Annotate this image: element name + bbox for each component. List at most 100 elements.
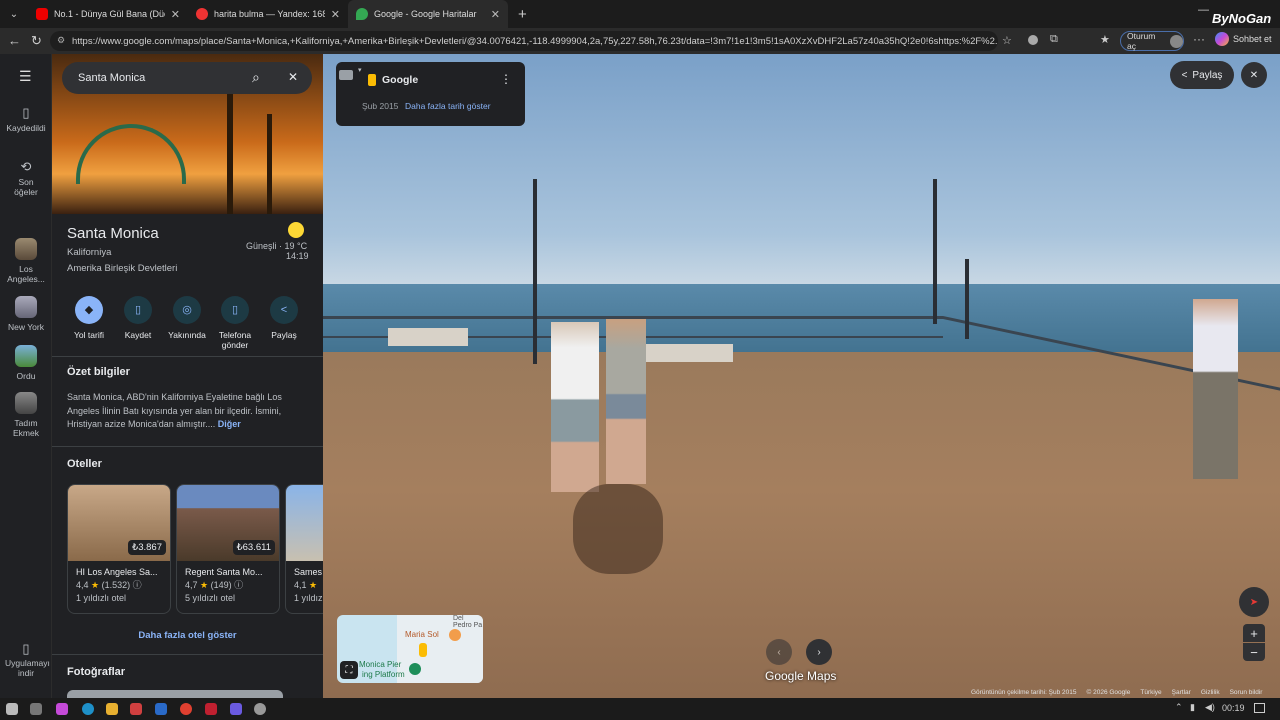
zoom-in-button[interactable]: + bbox=[1243, 624, 1265, 642]
minimize-button[interactable]: — bbox=[1198, 4, 1209, 16]
lamp-post bbox=[933, 179, 937, 324]
zoom-out-button[interactable]: − bbox=[1243, 643, 1265, 661]
rail-saved[interactable]: ▯ Kaydedildi bbox=[0, 105, 52, 133]
hotel-photo bbox=[286, 485, 323, 561]
close-icon[interactable]: ✕ bbox=[171, 8, 180, 21]
bookmark-icon: ▯ bbox=[22, 105, 30, 120]
place-title: Santa Monica bbox=[67, 225, 159, 242]
windows-start-icon[interactable] bbox=[6, 703, 18, 715]
chevron-down-icon[interactable]: ▾ bbox=[358, 66, 362, 74]
sun-icon bbox=[288, 222, 304, 238]
app-icon[interactable] bbox=[205, 703, 217, 715]
divider bbox=[52, 356, 323, 357]
hotel-card[interactable]: Sames 4,1 ★ 1 yıldız bbox=[285, 484, 323, 614]
app-icon[interactable] bbox=[155, 703, 167, 715]
search-box[interactable]: Santa Monica ⌕ ✕ bbox=[62, 62, 312, 94]
extension-icon[interactable] bbox=[1028, 35, 1038, 45]
expand-map-icon[interactable]: ⛶ bbox=[340, 661, 358, 679]
hotel-photo: ₺3.867 bbox=[68, 485, 170, 561]
search-input[interactable]: Santa Monica bbox=[78, 72, 145, 84]
tab-yandex[interactable]: harita bulma — Yandex: 168 bin s ✕ bbox=[188, 0, 348, 28]
nearby-button[interactable]: ◎ Yakınında bbox=[163, 296, 211, 340]
app-icon[interactable] bbox=[254, 703, 266, 715]
chrome-icon[interactable] bbox=[180, 703, 192, 715]
rail-recent-tadim-ekmek[interactable]: Tadım Ekmek bbox=[0, 392, 52, 438]
search-icon[interactable]: ⌕ bbox=[252, 69, 260, 86]
more-link[interactable]: Diğer bbox=[218, 419, 241, 429]
more-hotels-button[interactable]: Daha fazla otel göster bbox=[52, 630, 323, 641]
tab-strip: ⌄ No.1 - Dünya Gül Bana (Düet ✕ harita b… bbox=[0, 0, 1280, 28]
rail-recent-los-angeles[interactable]: Los Angeles... bbox=[0, 238, 52, 284]
clock[interactable]: 00:19 bbox=[1222, 703, 1245, 713]
more-menu-icon[interactable]: ··· bbox=[1193, 32, 1205, 46]
keyboard-icon[interactable] bbox=[339, 70, 353, 80]
app-icon[interactable] bbox=[230, 703, 242, 715]
save-button[interactable]: ▯ Kaydet bbox=[114, 296, 162, 340]
favorites-icon[interactable]: ★ bbox=[1100, 33, 1110, 46]
person bbox=[551, 322, 599, 492]
photos-heading: Fotoğraflar bbox=[67, 666, 126, 678]
copilot-chat-button[interactable]: Sohbet et bbox=[1215, 32, 1272, 46]
edge-icon[interactable] bbox=[82, 703, 94, 715]
info-icon[interactable]: ⓘ bbox=[234, 580, 243, 590]
tab-list-dropdown[interactable]: ⌄ bbox=[0, 9, 28, 20]
send-to-phone-button[interactable]: ▯ Telefona gönder bbox=[211, 296, 259, 350]
street-view-pegman-icon bbox=[368, 74, 376, 86]
bookmark-star-icon[interactable]: ☆ bbox=[1002, 34, 1012, 47]
tab-google-maps[interactable]: Google - Google Haritalar ✕ bbox=[348, 0, 508, 28]
hotel-card[interactable]: ₺3.867 HI Los Angeles Sa... 4,4 ★ (1.532… bbox=[67, 484, 171, 614]
rail-download-app[interactable]: ▯ Uygulamayı indir bbox=[0, 642, 52, 678]
directions-button[interactable]: ◆ Yol tarifi bbox=[65, 296, 113, 340]
close-search-icon[interactable]: ✕ bbox=[288, 70, 298, 84]
notification-icon[interactable] bbox=[1254, 703, 1265, 713]
tab-youtube[interactable]: No.1 - Dünya Gül Bana (Düet ✕ bbox=[28, 0, 188, 28]
new-tab-button[interactable]: + bbox=[518, 6, 527, 23]
reload-button[interactable]: ↻ bbox=[31, 33, 42, 49]
person-right bbox=[1193, 299, 1238, 479]
file-explorer-icon[interactable] bbox=[106, 703, 118, 715]
prev-image-button[interactable]: ‹ bbox=[766, 639, 792, 665]
hotel-class: 5 yıldızlı otel bbox=[185, 593, 236, 603]
palm-silhouette bbox=[227, 94, 233, 214]
close-icon[interactable]: ✕ bbox=[491, 8, 500, 21]
extensions-puzzle-icon[interactable]: ⧉ bbox=[1050, 33, 1058, 46]
star-icon: ★ bbox=[91, 580, 100, 590]
share-street-view-button[interactable]: < Paylaş bbox=[1170, 61, 1234, 89]
info-icon[interactable]: ⓘ bbox=[133, 580, 142, 590]
address-field[interactable]: ⚙ https://www.google.com/maps/place/Sant… bbox=[50, 31, 998, 51]
task-view-icon[interactable] bbox=[30, 703, 42, 715]
hotels-heading: Oteller bbox=[67, 458, 102, 470]
youtube-icon bbox=[36, 8, 48, 20]
street-view-canvas[interactable]: ▾ Google ⋮ Şub 2015 Daha fazla tarih gös… bbox=[323, 54, 1280, 698]
menu-icon[interactable]: ☰ bbox=[19, 68, 32, 85]
back-button[interactable]: ← bbox=[8, 33, 21, 48]
copilot-icon[interactable] bbox=[56, 703, 68, 715]
palm-silhouette bbox=[267, 114, 272, 214]
minimap[interactable]: Del Pedro Pa Maria Sol Monica Pier ing P… bbox=[337, 615, 483, 683]
microphone-icon[interactable]: ▮ bbox=[1190, 702, 1195, 713]
more-dates-link[interactable]: Daha fazla tarih göster bbox=[405, 101, 491, 111]
volume-icon[interactable]: ◀) bbox=[1205, 702, 1215, 713]
new-york-thumbnail bbox=[15, 296, 37, 318]
hotel-card[interactable]: ₺63.611 Regent Santa Mo... 4,7 ★ (149) ⓘ… bbox=[176, 484, 280, 614]
share-button[interactable]: < Paylaş bbox=[260, 296, 308, 340]
tray-chevron-icon[interactable]: ⌃ bbox=[1175, 702, 1183, 713]
hotel-name: HI Los Angeles Sa... bbox=[76, 567, 158, 577]
site-info-icon[interactable]: ⚙ bbox=[57, 35, 65, 46]
rail-recent-new-york[interactable]: New York bbox=[0, 296, 52, 332]
rail-recent[interactable]: ⟲ Son öğeler bbox=[0, 160, 52, 197]
rail-recent-ordu[interactable]: Ordu bbox=[0, 345, 52, 381]
compass-button[interactable]: ➤ bbox=[1239, 587, 1269, 617]
more-vert-icon[interactable]: ⋮ bbox=[500, 72, 512, 86]
close-street-view-button[interactable]: ✕ bbox=[1241, 62, 1267, 88]
next-image-button[interactable]: › bbox=[806, 639, 832, 665]
place-pin-icon bbox=[409, 663, 421, 675]
imagery-info-card: ▾ Google ⋮ Şub 2015 Daha fazla tarih gös… bbox=[336, 62, 525, 126]
close-icon[interactable]: ✕ bbox=[331, 8, 340, 21]
photos-strip[interactable] bbox=[67, 690, 283, 698]
close-icon: ✕ bbox=[1249, 69, 1259, 81]
chevron-right-icon: › bbox=[817, 646, 821, 658]
signin-button[interactable]: Oturum aç bbox=[1120, 31, 1184, 51]
minimap-label: ing Platform bbox=[362, 670, 405, 679]
app-icon[interactable] bbox=[130, 703, 142, 715]
